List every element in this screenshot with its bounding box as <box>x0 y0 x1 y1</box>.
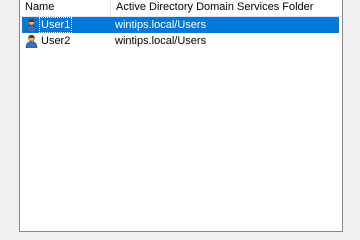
column-header-folder[interactable]: Active Directory Domain Services Folder <box>110 0 342 16</box>
user-icon <box>25 34 38 48</box>
list-item[interactable]: User1 wintips.local/Users <box>22 17 339 33</box>
list-item-folder: wintips.local/Users <box>115 35 207 47</box>
select-users-dialog-body: Name Active Directory Domain Services Fo… <box>0 0 360 240</box>
list-item-name: User2 <box>41 35 71 47</box>
search-results-list[interactable]: Name Active Directory Domain Services Fo… <box>19 0 343 232</box>
list-item-folder: wintips.local/Users <box>115 19 207 31</box>
user-icon <box>25 18 38 32</box>
list-header: Name Active Directory Domain Services Fo… <box>20 0 342 17</box>
list-item[interactable]: User2 wintips.local/Users <box>22 33 339 49</box>
column-header-name[interactable]: Name <box>20 0 110 16</box>
list-item-name: User1 <box>39 17 73 33</box>
